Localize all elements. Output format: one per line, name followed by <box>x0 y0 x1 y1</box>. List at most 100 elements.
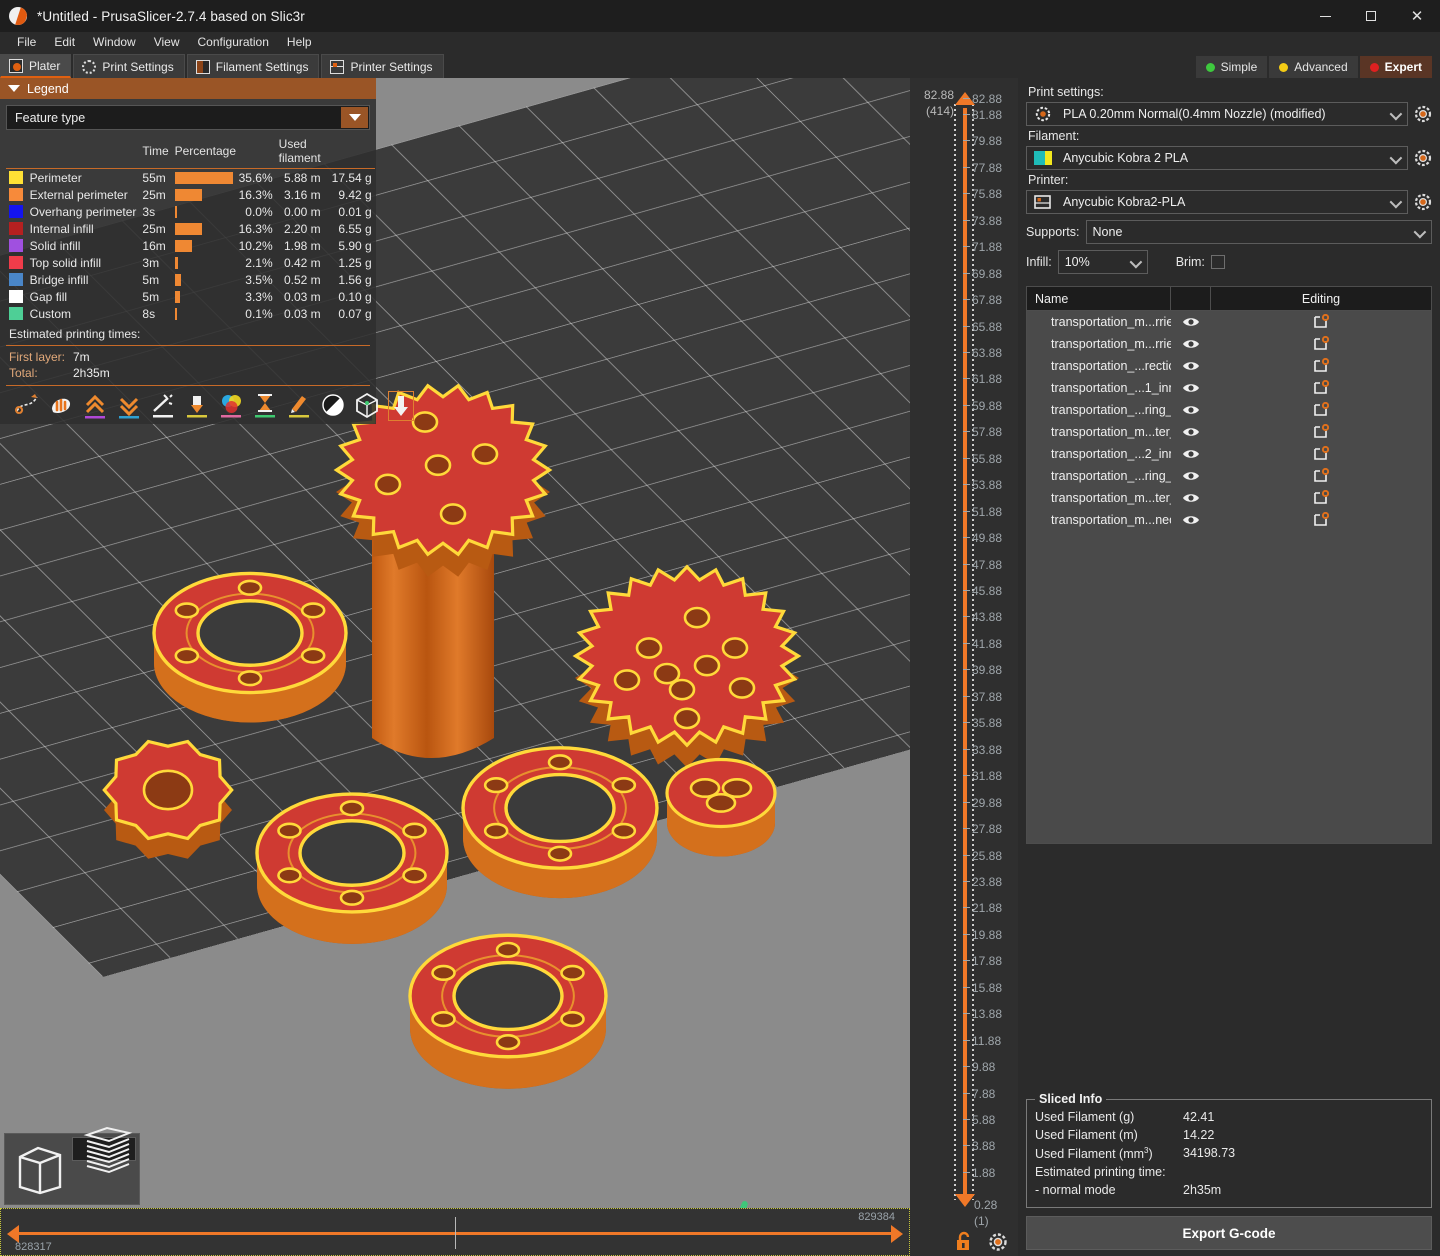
deretractions-icon[interactable] <box>116 391 142 421</box>
table-row[interactable]: transportation_...2_inner_ring.stl <box>1027 443 1431 465</box>
eye-icon[interactable] <box>1171 470 1211 482</box>
menu-file[interactable]: File <box>8 33 45 51</box>
maximize-button[interactable] <box>1348 0 1394 32</box>
table-row[interactable]: transportation_m...ter_ring_top.stl <box>1027 421 1431 443</box>
object-name[interactable]: transportation_m...ter_ring_top.stl <box>1027 425 1171 439</box>
eye-icon[interactable] <box>1171 382 1211 394</box>
slider-settings-icon[interactable] <box>988 1232 1008 1252</box>
menu-window[interactable]: Window <box>84 33 145 51</box>
object-name[interactable]: transportation_...2_inner_ring.stl <box>1027 447 1171 461</box>
layers-slider[interactable]: 82.88 (414) 82.8881.8879.8877.8875.8873.… <box>910 78 1018 1256</box>
table-row[interactable]: transportation_m...rrier_gear_2.stl <box>1027 333 1431 355</box>
object-name[interactable]: transportation_...1_inner_ring.stl <box>1027 381 1171 395</box>
object-name[interactable]: transportation_m...ter_ring_top.stl <box>1027 491 1171 505</box>
object-name[interactable]: transportation_m...rrier_gear_2.stl <box>1027 337 1171 351</box>
brim-checkbox[interactable] <box>1211 255 1225 269</box>
eye-icon[interactable] <box>1171 514 1211 526</box>
edit-layers-icon[interactable] <box>1211 512 1431 528</box>
table-row[interactable]: transportation_...ring_bottom.stl <box>1027 465 1431 487</box>
edit-layers-icon[interactable] <box>1211 468 1431 484</box>
eye-icon[interactable] <box>1171 404 1211 416</box>
infill-select[interactable]: 10% <box>1058 250 1148 274</box>
view-type-combo[interactable]: Feature type <box>6 105 370 130</box>
legend-row[interactable]: Overhang perimeter3s0.0%0.00 m0.01 g <box>6 203 375 220</box>
3d-editor-view-icon[interactable] <box>8 1137 72 1201</box>
custom-gcodes-icon[interactable] <box>286 391 312 421</box>
seams-icon[interactable] <box>82 391 108 421</box>
moves-slider[interactable]: 828317 829384 <box>0 1208 910 1256</box>
eye-icon[interactable] <box>1171 360 1211 372</box>
object-name[interactable]: transportation_...rection_gear.stl <box>1027 359 1171 373</box>
filament-select[interactable]: Anycubic Kobra 2 PLA <box>1026 146 1408 170</box>
tab-printer-settings[interactable]: Printer Settings <box>321 54 443 78</box>
menu-edit[interactable]: Edit <box>45 33 84 51</box>
object-name[interactable]: transportation_...ring_bottom.stl <box>1027 469 1171 483</box>
legend-row[interactable]: Custom8s0.1%0.03 m0.07 g <box>6 305 375 322</box>
table-row[interactable]: transportation_m...ter_ring_top.stl <box>1027 487 1431 509</box>
object-name[interactable]: transportation_m...nection_pin.stl <box>1027 513 1171 527</box>
supports-select[interactable]: None <box>1086 220 1432 244</box>
tool-marker-icon[interactable] <box>388 391 414 421</box>
close-button[interactable]: ✕ <box>1394 0 1440 32</box>
legend-header[interactable]: Legend <box>0 78 376 99</box>
legend-row[interactable]: Gap fill5m3.3%0.03 m0.10 g <box>6 288 375 305</box>
wipe-icon[interactable] <box>150 391 176 421</box>
table-row[interactable]: transportation_...rection_gear.stl <box>1027 355 1431 377</box>
printer-select[interactable]: Anycubic Kobra2-PLA <box>1026 190 1408 214</box>
table-row[interactable]: transportation_...ring_bottom.stl <box>1027 399 1431 421</box>
menu-configuration[interactable]: Configuration <box>189 33 278 51</box>
retractions-icon[interactable] <box>48 391 74 421</box>
filament-gear-icon[interactable] <box>1414 149 1432 167</box>
mode-simple[interactable]: Simple <box>1196 56 1268 78</box>
tab-filament-settings[interactable]: Filament Settings <box>187 54 320 78</box>
minimize-button[interactable] <box>1302 0 1348 32</box>
eye-icon[interactable] <box>1171 426 1211 438</box>
object-name[interactable]: transportation_m...rrier_gear_1.stl <box>1027 315 1171 329</box>
legend-row[interactable]: External perimeter25m16.3%3.16 m9.42 g <box>6 186 375 203</box>
shells-icon[interactable] <box>320 391 346 421</box>
legend-row[interactable]: Top solid infill3m2.1%0.42 m1.25 g <box>6 254 375 271</box>
color-changes-icon[interactable] <box>218 391 244 421</box>
edit-layers-icon[interactable] <box>1211 380 1431 396</box>
unlocked-icon[interactable] <box>954 1230 976 1252</box>
tab-plater[interactable]: Plater <box>0 54 71 78</box>
edit-layers-icon[interactable] <box>1211 314 1431 330</box>
view-type-dropdown-button[interactable] <box>341 107 368 128</box>
edit-layers-icon[interactable] <box>1211 446 1431 462</box>
legend-toggle-icon[interactable] <box>354 391 380 421</box>
eye-icon[interactable] <box>1171 448 1211 460</box>
table-row[interactable]: transportation_m...rrier_gear_1.stl <box>1027 311 1431 333</box>
legend-row[interactable]: Perimeter55m35.6%5.88 m17.54 g <box>6 169 375 186</box>
table-row[interactable]: transportation_...1_inner_ring.stl <box>1027 377 1431 399</box>
tool-changes-icon[interactable] <box>184 391 210 421</box>
export-gcode-button[interactable]: Export G-code <box>1026 1216 1432 1250</box>
print-settings-gear-icon[interactable] <box>1414 105 1432 123</box>
preview-layers-icon[interactable] <box>72 1137 136 1161</box>
mode-expert[interactable]: Expert <box>1360 56 1432 78</box>
edit-layers-icon[interactable] <box>1211 424 1431 440</box>
legend-row[interactable]: Solid infill16m10.2%1.98 m5.90 g <box>6 237 375 254</box>
object-name[interactable]: transportation_...ring_bottom.stl <box>1027 403 1171 417</box>
legend-row[interactable]: Bridge infill5m3.5%0.52 m1.56 g <box>6 271 375 288</box>
edit-layers-icon[interactable] <box>1211 490 1431 506</box>
legend-row[interactable]: Internal infill25m16.3%2.20 m6.55 g <box>6 220 375 237</box>
layer-tick-label: 3.88 <box>972 1141 995 1151</box>
eye-icon[interactable] <box>1171 492 1211 504</box>
table-row[interactable]: transportation_m...nection_pin.stl <box>1027 509 1431 531</box>
edit-layers-icon[interactable] <box>1211 336 1431 352</box>
tab-print-settings[interactable]: Print Settings <box>73 54 184 78</box>
mode-advanced[interactable]: Advanced <box>1269 56 1357 78</box>
eye-icon[interactable] <box>1171 316 1211 328</box>
pause-prints-icon[interactable] <box>252 391 278 421</box>
eye-icon[interactable] <box>1171 338 1211 350</box>
layers-slider-rail[interactable] <box>963 108 967 1194</box>
moves-slider-right-handle[interactable] <box>891 1225 903 1243</box>
edit-layers-icon[interactable] <box>1211 402 1431 418</box>
travel-paths-icon[interactable] <box>14 391 40 421</box>
menu-help[interactable]: Help <box>278 33 321 51</box>
object-list[interactable]: Name Editing transportation_m...rrier_ge… <box>1026 286 1432 844</box>
print-settings-select[interactable]: PLA 0.20mm Normal(0.4mm Nozzle) (modifie… <box>1026 102 1408 126</box>
edit-layers-icon[interactable] <box>1211 358 1431 374</box>
printer-gear-icon[interactable] <box>1414 193 1432 211</box>
menu-view[interactable]: View <box>145 33 189 51</box>
